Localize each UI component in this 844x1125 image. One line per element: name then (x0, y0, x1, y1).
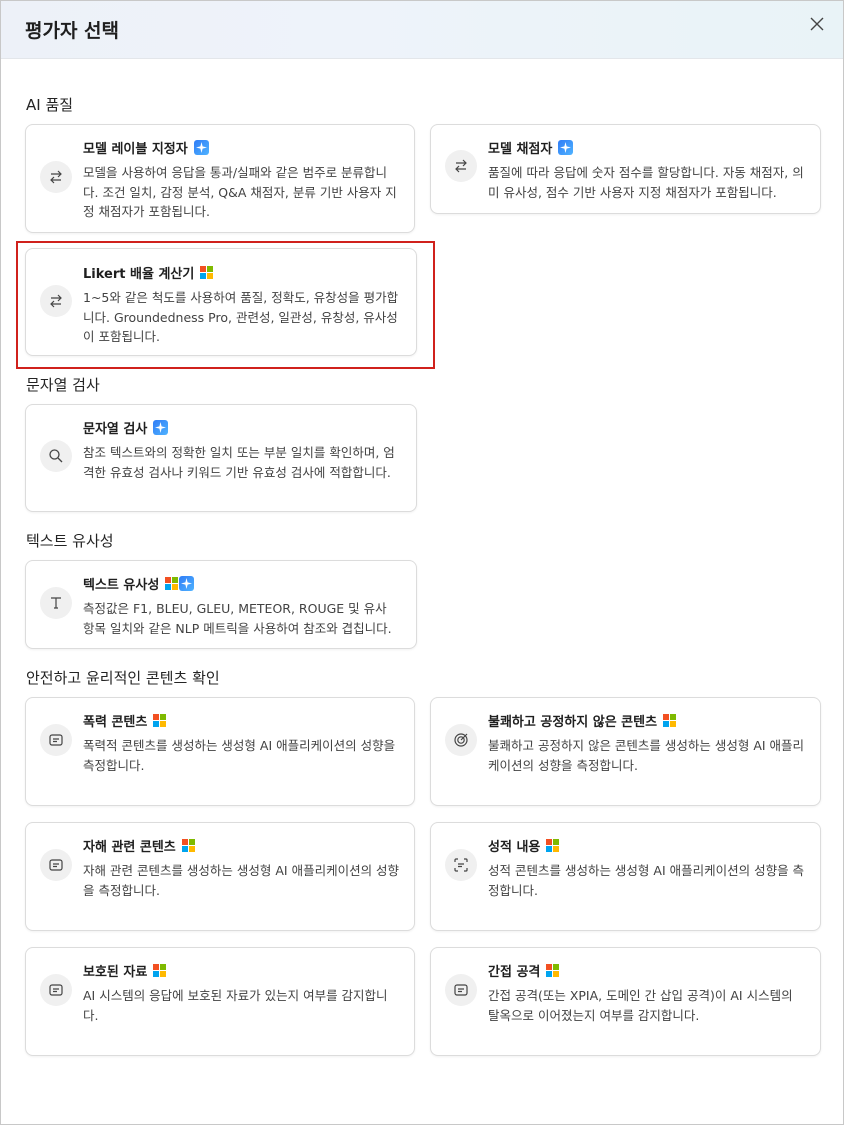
card-likert-scale[interactable]: Likert 배율 계산기 1~5와 같은 척도를 사용하여 품질, 정확도, … (25, 248, 417, 356)
select-evaluator-dialog: 평가자 선택 AI 품질 모델 레이블 지정자 모델을 사용하여 응답을 통과/… (0, 0, 844, 1125)
swap-arrows-icon (40, 285, 72, 317)
card-title-row: 보호된 자료 (83, 961, 402, 980)
section-title-text-similarity: 텍스트 유사성 (26, 532, 114, 550)
document-icon (40, 849, 72, 881)
card-title-row: 텍스트 유사성 (83, 574, 404, 593)
card-title-row: Likert 배율 계산기 (83, 263, 404, 282)
card-description: 1~5와 같은 척도를 사용하여 품질, 정확도, 유창성을 평가합니다. Gr… (83, 290, 399, 344)
microsoft-logo-icon (153, 714, 167, 727)
card-description: AI 시스템의 응답에 보호된 자료가 있는지 여부를 감지합니다. (83, 988, 388, 1023)
target-icon (445, 724, 477, 756)
card-title-row: 불쾌하고 공정하지 않은 콘텐츠 (488, 711, 808, 730)
card-title: Likert 배율 계산기 (83, 267, 195, 282)
card-title: 간접 공격 (488, 965, 541, 980)
microsoft-logo-icon (546, 839, 560, 852)
card-description: 불쾌하고 공정하지 않은 콘텐츠를 생성하는 생성형 AI 애플리케이션의 성향… (488, 738, 805, 773)
card-title: 폭력 콘텐츠 (83, 715, 148, 730)
card-model-scorer[interactable]: 모델 채점자 품질에 따라 응답에 숫자 점수를 할당합니다. 자동 채점자, … (430, 124, 821, 214)
card-title: 모델 레이블 지정자 (83, 142, 188, 157)
microsoft-logo-icon (165, 577, 179, 590)
section-title-safety: 안전하고 윤리적인 콘텐츠 확인 (26, 669, 220, 687)
card-description: 참조 텍스트와의 정확한 일치 또는 부분 일치를 확인하며, 엄격한 유효성 … (83, 445, 395, 480)
document-icon (40, 724, 72, 756)
card-title-row: 모델 레이블 지정자 (83, 138, 402, 157)
sparkle-badge-icon (179, 576, 195, 591)
card-title-row: 모델 채점자 (488, 138, 808, 157)
microsoft-logo-icon (546, 964, 560, 977)
document-icon (445, 974, 477, 1006)
card-title-row: 폭력 콘텐츠 (83, 711, 402, 730)
swap-arrows-icon (40, 161, 72, 193)
card-violence[interactable]: 폭력 콘텐츠 폭력적 콘텐츠를 생성하는 생성형 AI 애플리케이션의 성향을 … (25, 697, 415, 806)
card-description: 간접 공격(또는 XPIA, 도메인 간 삽입 공격)이 AI 시스템의 탈옥으… (488, 988, 793, 1023)
card-model-labeler[interactable]: 모델 레이블 지정자 모델을 사용하여 응답을 통과/실패와 같은 범주로 분류… (25, 124, 415, 233)
section-title-string-check: 문자열 검사 (26, 376, 100, 394)
search-icon (40, 440, 72, 472)
card-title: 텍스트 유사성 (83, 578, 160, 593)
document-icon (40, 974, 72, 1006)
microsoft-logo-icon (200, 266, 214, 279)
card-description: 모델을 사용하여 응답을 통과/실패와 같은 범주로 분류합니다. 조건 일치,… (83, 165, 397, 219)
card-description: 품질에 따라 응답에 숫자 점수를 할당합니다. 자동 채점자, 의미 유사성,… (488, 165, 804, 200)
card-title-row: 간접 공격 (488, 961, 808, 980)
close-button[interactable] (805, 12, 829, 36)
card-text-similarity[interactable]: 텍스트 유사성 측정값은 F1, BLEU, GLEU, METEOR, ROU… (25, 560, 417, 649)
card-protected-material[interactable]: 보호된 자료 AI 시스템의 응답에 보호된 자료가 있는지 여부를 감지합니다… (25, 947, 415, 1056)
card-description: 측정값은 F1, BLEU, GLEU, METEOR, ROUGE 및 유사 … (83, 601, 392, 636)
card-description: 성적 콘텐츠를 생성하는 생성형 AI 애플리케이션의 성향을 측정합니다. (488, 863, 805, 898)
text-icon (40, 587, 72, 619)
card-title: 자해 관련 콘텐츠 (83, 840, 176, 855)
close-icon (810, 17, 824, 31)
card-title: 보호된 자료 (83, 965, 148, 980)
dialog-title: 평가자 선택 (25, 20, 120, 42)
microsoft-logo-icon (153, 964, 167, 977)
section-title-ai-quality: AI 품질 (26, 96, 74, 114)
card-string-check[interactable]: 문자열 검사 참조 텍스트와의 정확한 일치 또는 부분 일치를 확인하며, 엄… (25, 404, 417, 512)
card-title: 문자열 검사 (83, 422, 148, 437)
microsoft-logo-icon (181, 839, 195, 852)
swap-arrows-icon (445, 150, 477, 182)
microsoft-logo-icon (663, 714, 677, 727)
card-title-row: 문자열 검사 (83, 418, 404, 437)
dialog-header: 평가자 선택 (1, 1, 843, 59)
card-title: 모델 채점자 (488, 142, 553, 157)
card-description: 자해 관련 콘텐츠를 생성하는 생성형 AI 애플리케이션의 성향을 측정합니다… (83, 863, 400, 898)
sparkle-badge-icon (193, 140, 209, 155)
card-description: 폭력적 콘텐츠를 생성하는 생성형 AI 애플리케이션의 성향을 측정합니다. (83, 738, 396, 773)
card-sexual-content[interactable]: 성적 내용 성적 콘텐츠를 생성하는 생성형 AI 애플리케이션의 성향을 측정… (430, 822, 821, 931)
sparkle-badge-icon (153, 420, 169, 435)
card-self-harm[interactable]: 자해 관련 콘텐츠 자해 관련 콘텐츠를 생성하는 생성형 AI 애플리케이션의… (25, 822, 415, 931)
scan-text-icon (445, 849, 477, 881)
card-title: 성적 내용 (488, 840, 541, 855)
sparkle-badge-icon (558, 140, 574, 155)
card-indirect-attack[interactable]: 간접 공격 간접 공격(또는 XPIA, 도메인 간 삽입 공격)이 AI 시스… (430, 947, 821, 1056)
card-title: 불쾌하고 공정하지 않은 콘텐츠 (488, 715, 658, 730)
card-title-row: 자해 관련 콘텐츠 (83, 836, 402, 855)
card-unfair-content[interactable]: 불쾌하고 공정하지 않은 콘텐츠 불쾌하고 공정하지 않은 콘텐츠를 생성하는 … (430, 697, 821, 806)
card-title-row: 성적 내용 (488, 836, 808, 855)
